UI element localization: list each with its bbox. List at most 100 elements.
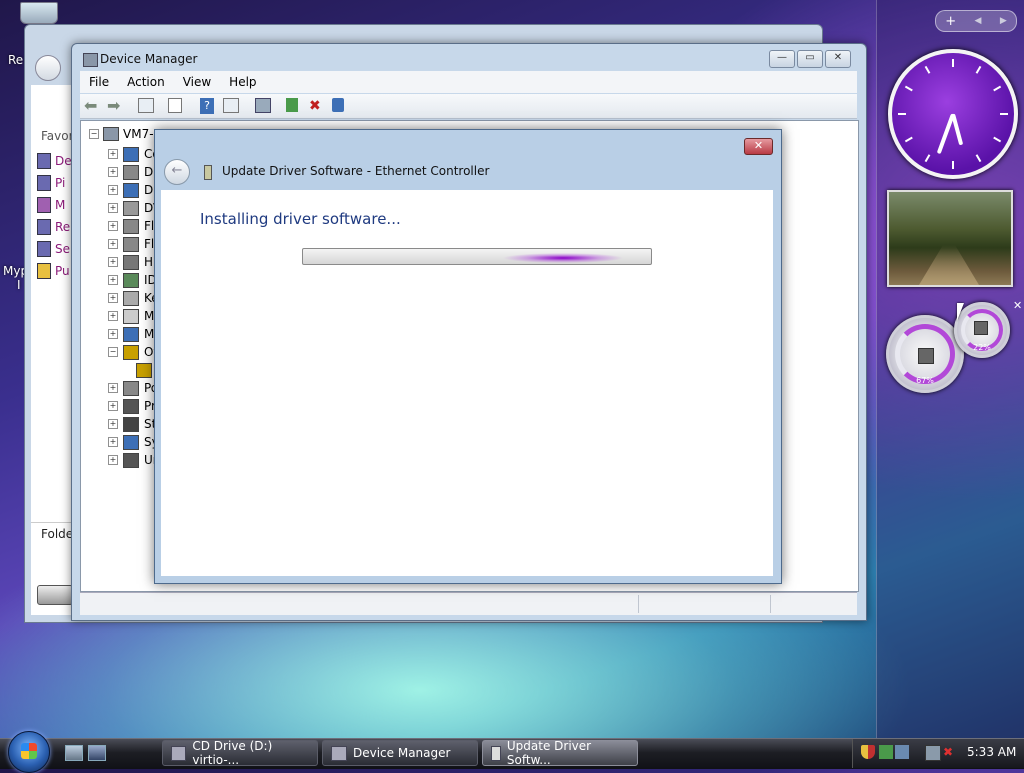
tree-node[interactable]: + Pr	[108, 397, 156, 415]
forward-arrow-icon[interactable]: ➡	[107, 98, 123, 114]
processor-icon	[123, 398, 139, 414]
close-button[interactable]: ✕	[825, 50, 851, 68]
expand-icon[interactable]: +	[108, 401, 118, 411]
task-cd-drive[interactable]: CD Drive (D:) virtio-...	[162, 739, 318, 767]
expand-icon[interactable]: +	[108, 329, 118, 339]
expand-icon[interactable]: +	[108, 419, 118, 429]
hid-icon	[123, 254, 139, 270]
expand-icon[interactable]: +	[108, 311, 118, 321]
sidebar-next-button[interactable]: ▶	[1000, 16, 1007, 26]
menu-action[interactable]: Action	[118, 75, 174, 89]
minimize-button[interactable]: —	[769, 50, 795, 68]
pictures-icon	[37, 175, 51, 191]
tree-node[interactable]: + Ur	[108, 451, 158, 469]
volume-muted-icon[interactable]: ✖	[943, 745, 957, 759]
searches-icon	[37, 241, 51, 257]
help-icon[interactable]: ?	[200, 98, 214, 114]
security-shield-icon[interactable]	[861, 745, 875, 759]
status-bar	[80, 592, 857, 615]
collapse-icon[interactable]: −	[108, 347, 118, 357]
taskbar-clock[interactable]: 5:33 AM	[967, 745, 1016, 759]
favorite-link[interactable]: Pu	[37, 260, 72, 282]
favorite-link[interactable]: Re	[37, 216, 72, 238]
sidebar-prev-button[interactable]: ◀	[975, 16, 982, 26]
cpu-meter-gadget[interactable]: 67%	[886, 315, 964, 393]
expand-icon[interactable]: +	[108, 167, 118, 177]
properties-icon[interactable]	[168, 98, 182, 113]
tree-node[interactable]: + M	[108, 325, 154, 343]
sidebar-add-button[interactable]: +	[945, 14, 956, 29]
documents-icon	[37, 153, 51, 169]
tree-node[interactable]: + Ke	[108, 289, 159, 307]
show-view-icon[interactable]	[223, 98, 239, 113]
tree-node[interactable]: + Fl	[108, 235, 154, 253]
mouse-cursor-icon	[957, 303, 971, 321]
expand-icon[interactable]: +	[108, 275, 118, 285]
tree-node[interactable]: − Ot	[108, 343, 158, 361]
menu-view[interactable]: View	[174, 75, 220, 89]
tree-node[interactable]: + Di	[108, 163, 157, 181]
recycle-bin-icon[interactable]	[20, 2, 58, 24]
uninstall-icon[interactable]: ✖	[309, 98, 325, 114]
expand-icon[interactable]: +	[108, 203, 118, 213]
floppy-drive-icon	[123, 236, 139, 252]
favorite-links-header: Favor	[41, 129, 74, 143]
favorite-link[interactable]: Pi	[37, 172, 72, 194]
music-icon	[37, 197, 51, 213]
maximize-button[interactable]: ▭	[797, 50, 823, 68]
window-title: Device Manager	[100, 52, 198, 66]
tree-root[interactable]: − VM7-	[89, 127, 154, 141]
expand-icon[interactable]: +	[108, 257, 118, 267]
show-hide-console-tree-icon[interactable]	[138, 98, 154, 113]
dialog-close-button[interactable]: ✕	[744, 138, 773, 155]
update-driver-icon[interactable]	[286, 98, 298, 112]
tree-node[interactable]: + Fl	[108, 217, 154, 235]
expand-icon[interactable]: +	[108, 185, 118, 195]
menu-help[interactable]: Help	[220, 75, 265, 89]
install-progress-bar	[302, 248, 652, 265]
tree-node[interactable]: + Di	[108, 181, 157, 199]
tree-node[interactable]: + ID	[108, 271, 157, 289]
tree-node[interactable]: + Co	[108, 145, 160, 163]
slideshow-gadget[interactable]	[887, 190, 1013, 287]
cpu-meter-value: 67%	[916, 376, 934, 385]
memory-chip-icon	[974, 321, 988, 335]
start-button[interactable]	[8, 731, 50, 773]
expand-icon[interactable]: +	[108, 383, 118, 393]
expand-icon[interactable]: +	[108, 221, 118, 231]
explorer-back-button[interactable]	[35, 55, 61, 81]
task-device-manager[interactable]: Device Manager	[322, 740, 478, 766]
tree-node[interactable]: + St	[108, 415, 156, 433]
dialog-back-button[interactable]: ←	[164, 159, 190, 185]
back-arrow-icon[interactable]: ⬅	[84, 98, 100, 114]
mouse-icon	[123, 308, 139, 324]
show-desktop-icon[interactable]	[65, 745, 83, 761]
expand-icon[interactable]: +	[108, 149, 118, 159]
task-update-driver[interactable]: Update Driver Softw...	[482, 739, 638, 767]
favorite-link[interactable]: Se	[37, 238, 72, 260]
collapse-icon[interactable]: −	[89, 129, 99, 139]
menu-file[interactable]: File	[80, 75, 118, 89]
expand-icon[interactable]: +	[108, 437, 118, 447]
expand-icon[interactable]: +	[108, 293, 118, 303]
gadget-close-icon[interactable]: ✕	[1013, 299, 1022, 312]
tree-node[interactable]: + Sy	[108, 433, 159, 451]
tray-icon[interactable]	[879, 745, 893, 759]
network-icon[interactable]	[925, 745, 941, 761]
expand-icon[interactable]: +	[108, 455, 118, 465]
favorite-link[interactable]: M	[37, 194, 72, 216]
favorite-link[interactable]: De	[37, 150, 72, 172]
tree-node[interactable]: + M	[108, 307, 154, 325]
computer-icon	[103, 127, 119, 141]
switch-windows-icon[interactable]	[88, 745, 106, 761]
cd-drive-icon	[37, 585, 73, 605]
clock-gadget[interactable]	[888, 49, 1018, 179]
tree-node-label: Fl	[144, 219, 155, 233]
dvd-drive-icon	[123, 200, 139, 216]
tray-icon[interactable]	[895, 745, 909, 759]
enable-device-icon[interactable]	[332, 98, 344, 112]
expand-icon[interactable]: +	[108, 239, 118, 249]
tree-node[interactable]: + Hu	[108, 253, 161, 271]
tree-node[interactable]: + Po	[108, 379, 158, 397]
scan-hardware-icon[interactable]	[255, 98, 271, 113]
